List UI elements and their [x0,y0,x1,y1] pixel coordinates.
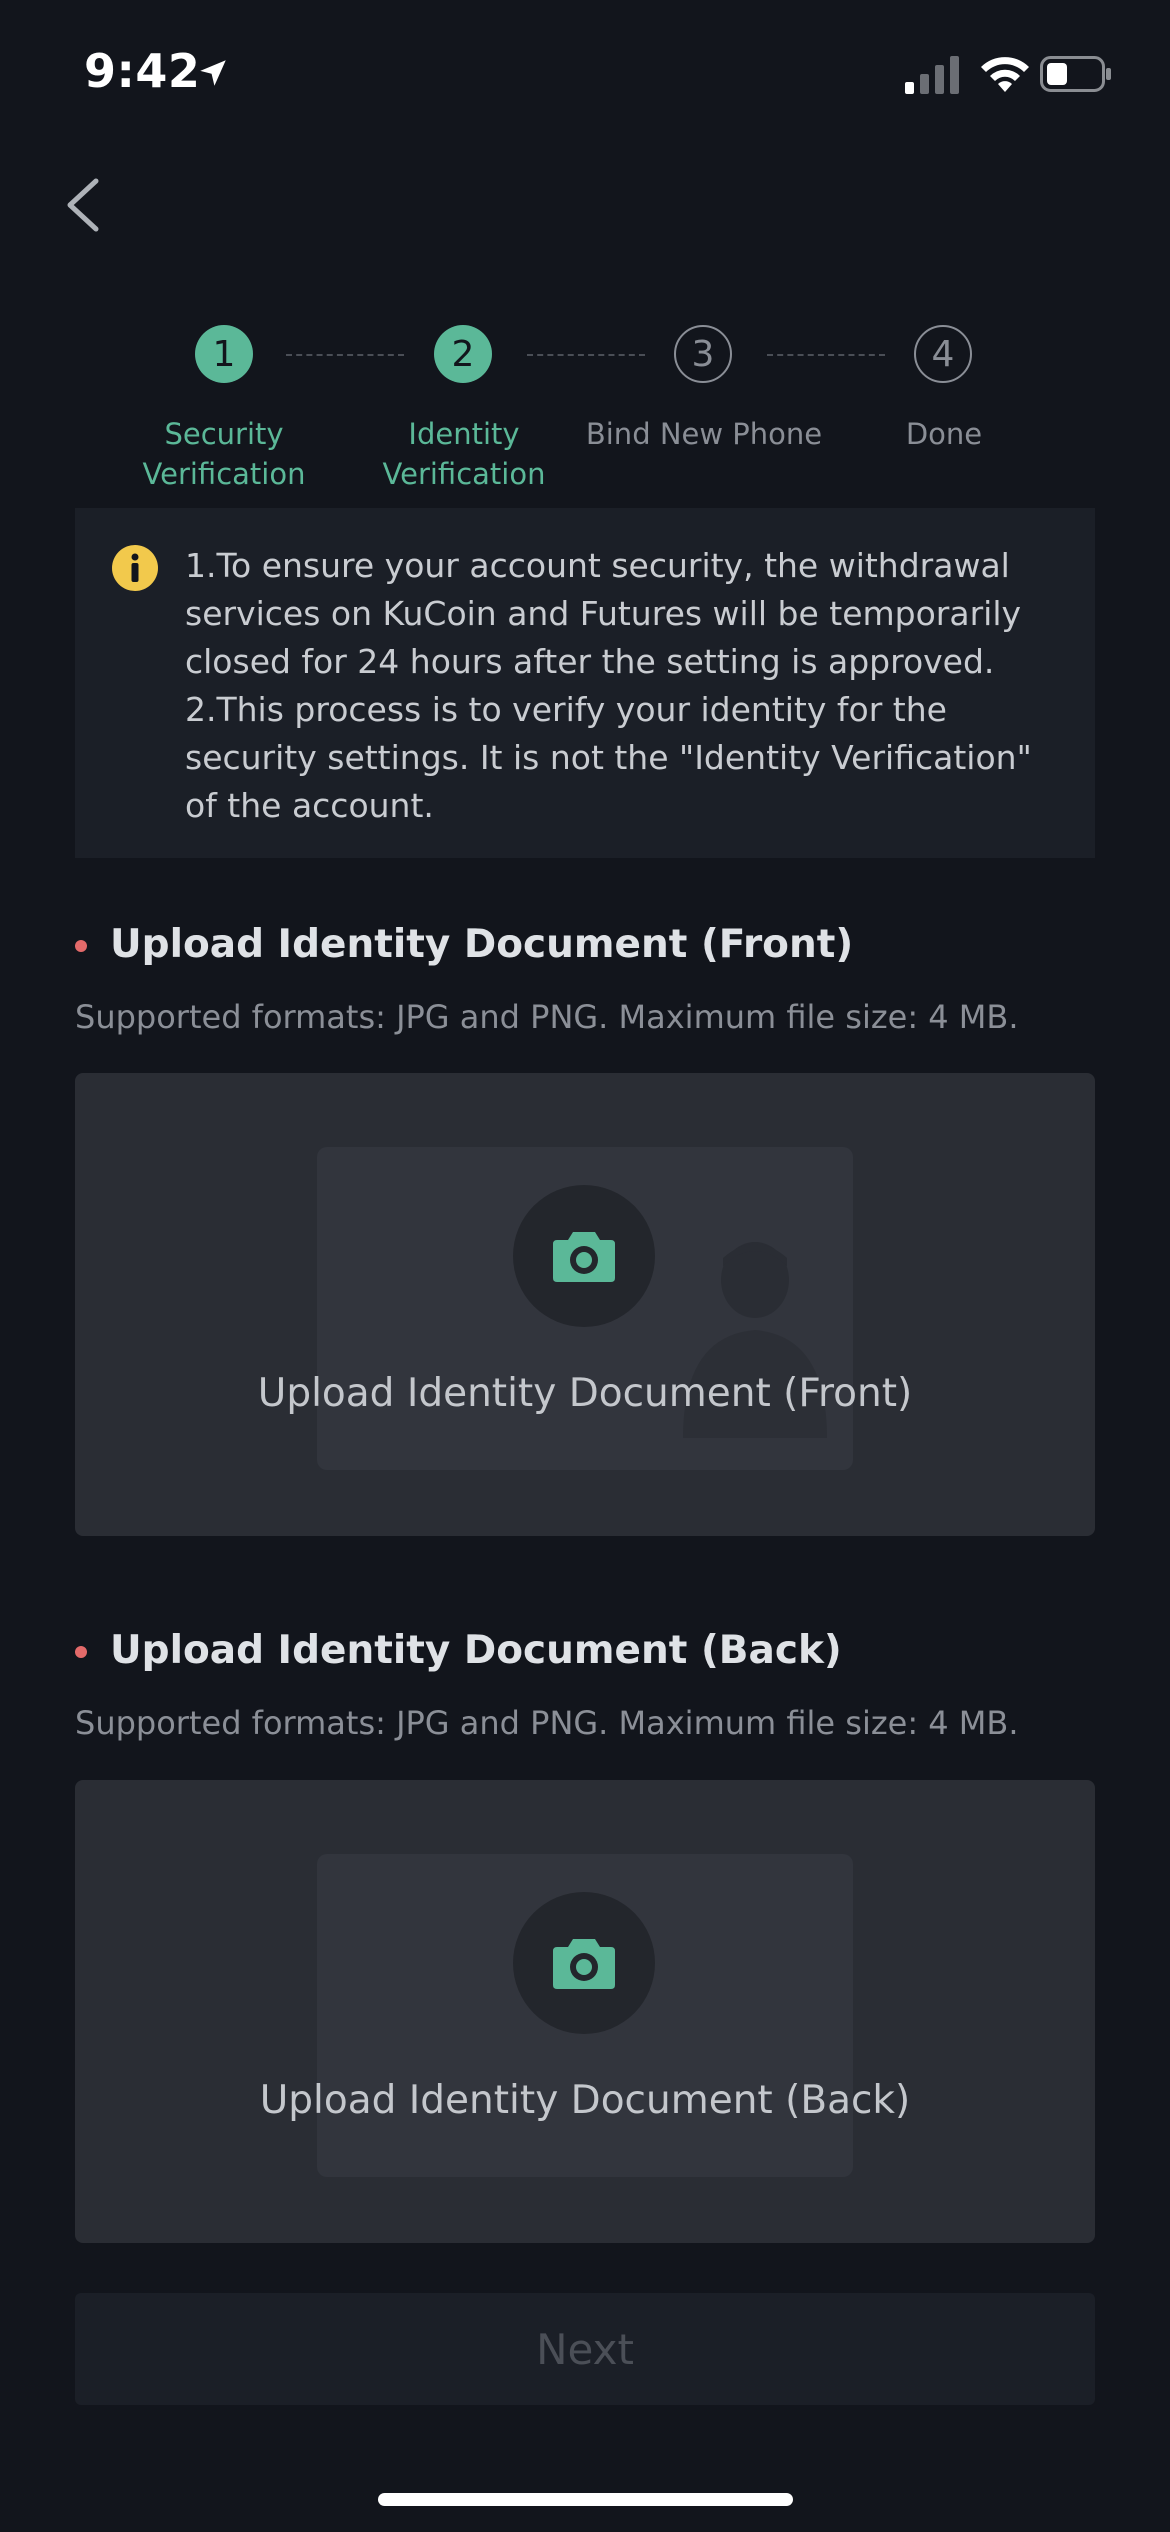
camera-button[interactable] [513,1892,655,2034]
info-icon [112,545,158,591]
front-upload-hint: Supported formats: JPG and PNG. Maximum … [75,998,1019,1036]
step-4-indicator: 4 [914,325,972,383]
status-time: 9:42 [84,44,201,98]
next-button[interactable]: Next [75,2293,1095,2405]
notice-text: 1.To ensure your account security, the w… [185,542,1065,830]
step-connector [767,354,885,356]
front-upload-title: Upload Identity Document (Front) [110,922,854,967]
front-upload-area[interactable]: Upload Identity Document (Front) [75,1073,1095,1536]
step-4-label: Done [905,417,983,451]
wifi-icon [981,57,1029,92]
back-button[interactable] [60,175,110,235]
step-1-indicator: 1 [195,325,253,383]
camera-icon [553,1232,615,1282]
cellular-signal-icon [905,56,959,94]
required-indicator [75,940,87,952]
front-upload-label: Upload Identity Document (Front) [257,1371,913,1416]
camera-icon [553,1939,615,1989]
step-3-label: Bind New Phone [585,417,823,451]
battery-icon [1040,56,1111,92]
back-upload-title: Upload Identity Document (Back) [110,1628,842,1673]
step-connector [286,354,404,356]
status-bar: 9:42 [0,0,1170,150]
home-indicator[interactable] [378,2493,793,2506]
security-notice: 1.To ensure your account security, the w… [75,508,1095,858]
back-upload-hint: Supported formats: JPG and PNG. Maximum … [75,1704,1019,1742]
notice-line-2: 2.This process is to verify your identit… [185,690,1032,825]
step-connector [527,354,645,356]
step-1-label: Security Verification [142,417,306,491]
required-indicator [75,1646,87,1658]
camera-button[interactable] [513,1185,655,1327]
location-arrow-icon [200,60,226,86]
step-2-label: Identity Verification [382,417,546,491]
back-upload-label: Upload Identity Document (Back) [259,2078,911,2123]
step-2-indicator: 2 [434,325,492,383]
notice-line-1: 1.To ensure your account security, the w… [185,546,1022,681]
back-upload-area[interactable]: Upload Identity Document (Back) [75,1780,1095,2243]
step-3-indicator: 3 [674,325,732,383]
